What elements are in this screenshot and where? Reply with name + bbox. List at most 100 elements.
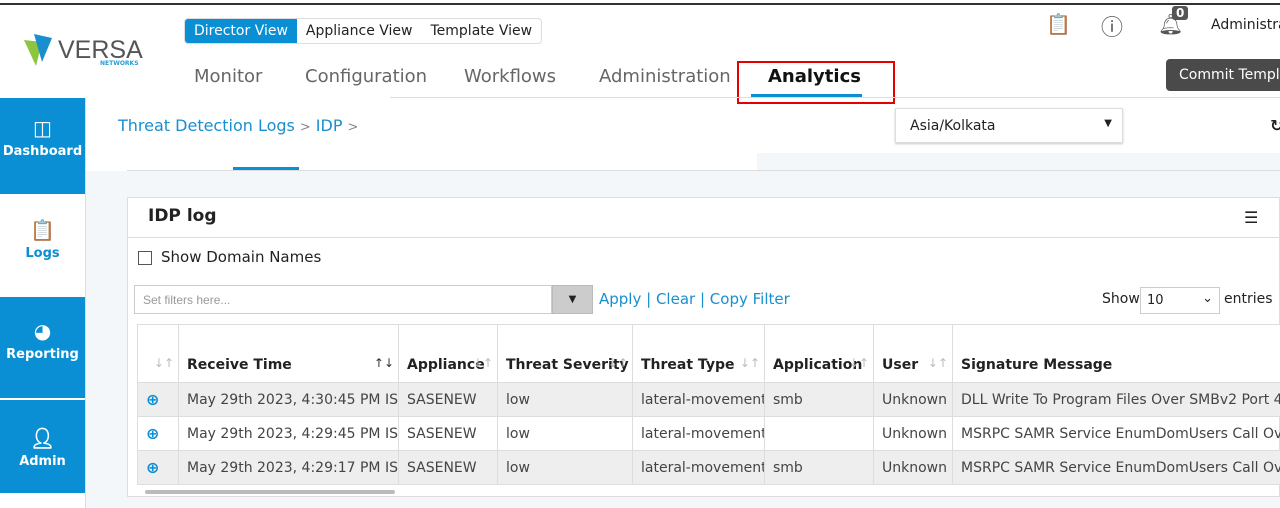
sort-desc-icon: ↑↓ (373, 356, 394, 370)
table-row: ⊕ May 29th 2023, 4:29:45 PM IST SASENEW low… (137, 416, 1280, 451)
sort-icon: ↓↑ (927, 356, 948, 370)
copy-filter-link[interactable]: | Copy Filter (700, 290, 790, 308)
table-cell: low (497, 416, 633, 451)
idp-log-table: ↓↑ Receive Time ↑↓ Appliance ↓↑ Threat Sev… (137, 324, 1280, 485)
table-row: ⊕ May 29th 2023, 4:29:17 PM IST SASENEW low… (137, 450, 1280, 485)
clear-link[interactable]: | Clear (646, 290, 695, 308)
entries-label: entries (1224, 291, 1273, 307)
sidebar-item-admin[interactable]: 👤︎ Admin (0, 400, 85, 493)
nav-workflows[interactable]: Workflows (464, 66, 556, 87)
sidebar-item-dashboard[interactable]: ◫ Dashboard (0, 98, 85, 199)
column-header-application[interactable]: Application ↓↑ (764, 324, 874, 383)
table-cell: lateral-movement (632, 416, 765, 451)
table-row: ⊕ May 29th 2023, 4:30:45 PM IST SASENEW low… (137, 382, 1280, 417)
horizontal-scrollbar[interactable] (145, 490, 395, 494)
clipboard-icon[interactable]: 📋 (1046, 12, 1071, 36)
table-cell: DLL Write To Program Files Over SMBv2 Po… (952, 382, 1280, 417)
table-cell: smb (764, 450, 874, 485)
filter-input[interactable]: Set filters here... (134, 285, 552, 314)
table-cell: May 29th 2023, 4:30:45 PM IST (178, 382, 399, 417)
nav-configuration[interactable]: Configuration (305, 66, 427, 87)
sidebar-label: Dashboard (2, 144, 83, 159)
sort-icon: ↓↑ (153, 356, 174, 370)
nav-administration[interactable]: Administration (599, 66, 731, 87)
notification-badge: 0 (1172, 6, 1189, 20)
table-cell: SASENEW (398, 382, 498, 417)
entries-value: 10 (1147, 293, 1164, 308)
info-icon[interactable]: ⓘ (1101, 10, 1123, 42)
logo-subtext: NETWORKS (100, 60, 139, 67)
filter-dropdown-button[interactable]: ▼ (552, 285, 593, 314)
table-cell: May 29th 2023, 4:29:17 PM IST (178, 450, 399, 485)
show-domain-names-checkbox[interactable] (138, 251, 152, 265)
breadcrumb-threat-detection-logs[interactable]: Threat Detection Logs (118, 116, 295, 135)
view-switcher: Director View Appliance View Template Vi… (184, 18, 543, 44)
director-view-tab[interactable]: Director View (185, 19, 297, 43)
sidebar-label: Admin (19, 454, 66, 469)
caret-down-icon: ▼ (1104, 118, 1112, 129)
timezone-select[interactable]: Asia/Kolkata ▼ (895, 108, 1123, 143)
column-header-appliance[interactable]: Appliance ↓↑ (398, 324, 498, 383)
table-cell: smb (764, 382, 874, 417)
table-cell: MSRPC SAMR Service EnumDomUsers Call Ove… (952, 450, 1280, 485)
panel-title: IDP log (148, 206, 217, 226)
table-cell: Unknown (873, 382, 953, 417)
entries-select[interactable]: 10 ⌄ (1140, 287, 1220, 314)
dashboard-icon: ◫ (33, 116, 52, 140)
sort-icon: ↓↑ (472, 356, 493, 370)
sidebar-label: Reporting (6, 347, 79, 362)
table-cell: low (497, 450, 633, 485)
sort-icon: ↓↑ (848, 356, 869, 370)
header-divider (390, 97, 1280, 98)
versa-logo-icon (24, 34, 52, 66)
apply-link[interactable]: Apply (599, 290, 641, 308)
column-header-actions[interactable]: ↓↑ (137, 324, 179, 383)
pie-chart-icon: ◕ (33, 319, 52, 343)
chevron-down-icon: ⌄ (1202, 291, 1213, 306)
column-header-signature-message[interactable]: Signature Message (952, 324, 1280, 383)
column-header-user[interactable]: User ↓↑ (873, 324, 953, 383)
sidebar-item-reporting[interactable]: ◕ Reporting (0, 297, 85, 398)
top-border (0, 3, 1280, 5)
active-subtab-indicator[interactable] (233, 167, 299, 170)
breadcrumb-idp[interactable]: IDP (316, 116, 343, 135)
zoom-in-icon: ⊕ (146, 390, 160, 409)
show-label: Show (1102, 291, 1140, 307)
column-header-receive-time[interactable]: Receive Time ↑↓ (178, 324, 399, 383)
table-cell: MSRPC SAMR Service EnumDomUsers Call Ove… (952, 416, 1280, 451)
appliance-view-tab[interactable]: Appliance View (297, 19, 422, 43)
table-cell: SASENEW (398, 416, 498, 451)
show-domain-names-label: Show Domain Names (161, 248, 322, 266)
zoom-in-icon: ⊕ (146, 424, 160, 443)
table-cell: SASENEW (398, 450, 498, 485)
refresh-icon[interactable]: ↻ (1270, 116, 1280, 135)
template-view-tab[interactable]: Template View (422, 19, 542, 43)
sort-icon: ↓↑ (739, 356, 760, 370)
sidebar-item-logs[interactable]: 📋 Logs (0, 194, 85, 295)
panel-divider (128, 237, 1280, 238)
row-details-button[interactable]: ⊕ (137, 450, 179, 485)
commit-template-button[interactable]: Commit Templa (1166, 59, 1280, 91)
sidebar-label: Logs (25, 246, 60, 261)
clipboard-icon: 📋 (30, 218, 55, 242)
table-cell: lateral-movement (632, 450, 765, 485)
timezone-value: Asia/Kolkata (910, 118, 996, 134)
nav-monitor[interactable]: Monitor (194, 66, 262, 87)
row-details-button[interactable]: ⊕ (137, 382, 179, 417)
hamburger-menu-icon[interactable]: ☰ (1244, 208, 1258, 227)
table-cell: Unknown (873, 450, 953, 485)
column-header-threat-severity[interactable]: Threat Severity ↓↑ (497, 324, 633, 383)
tab-strip (127, 153, 1280, 171)
table-cell: low (497, 382, 633, 417)
row-details-button[interactable]: ⊕ (137, 416, 179, 451)
column-header-threat-type[interactable]: Threat Type ↓↑ (632, 324, 765, 383)
user-icon: 👤︎ (29, 426, 56, 450)
sort-icon: ↓↑ (607, 356, 628, 370)
table-cell: Unknown (873, 416, 953, 451)
table-cell: lateral-movement (632, 382, 765, 417)
zoom-in-icon: ⊕ (146, 458, 160, 477)
table-cell: May 29th 2023, 4:29:45 PM IST (178, 416, 399, 451)
breadcrumb: Threat Detection Logs > IDP > (118, 116, 359, 135)
user-menu[interactable]: Administrat (1211, 17, 1280, 33)
table-cell (764, 416, 874, 451)
